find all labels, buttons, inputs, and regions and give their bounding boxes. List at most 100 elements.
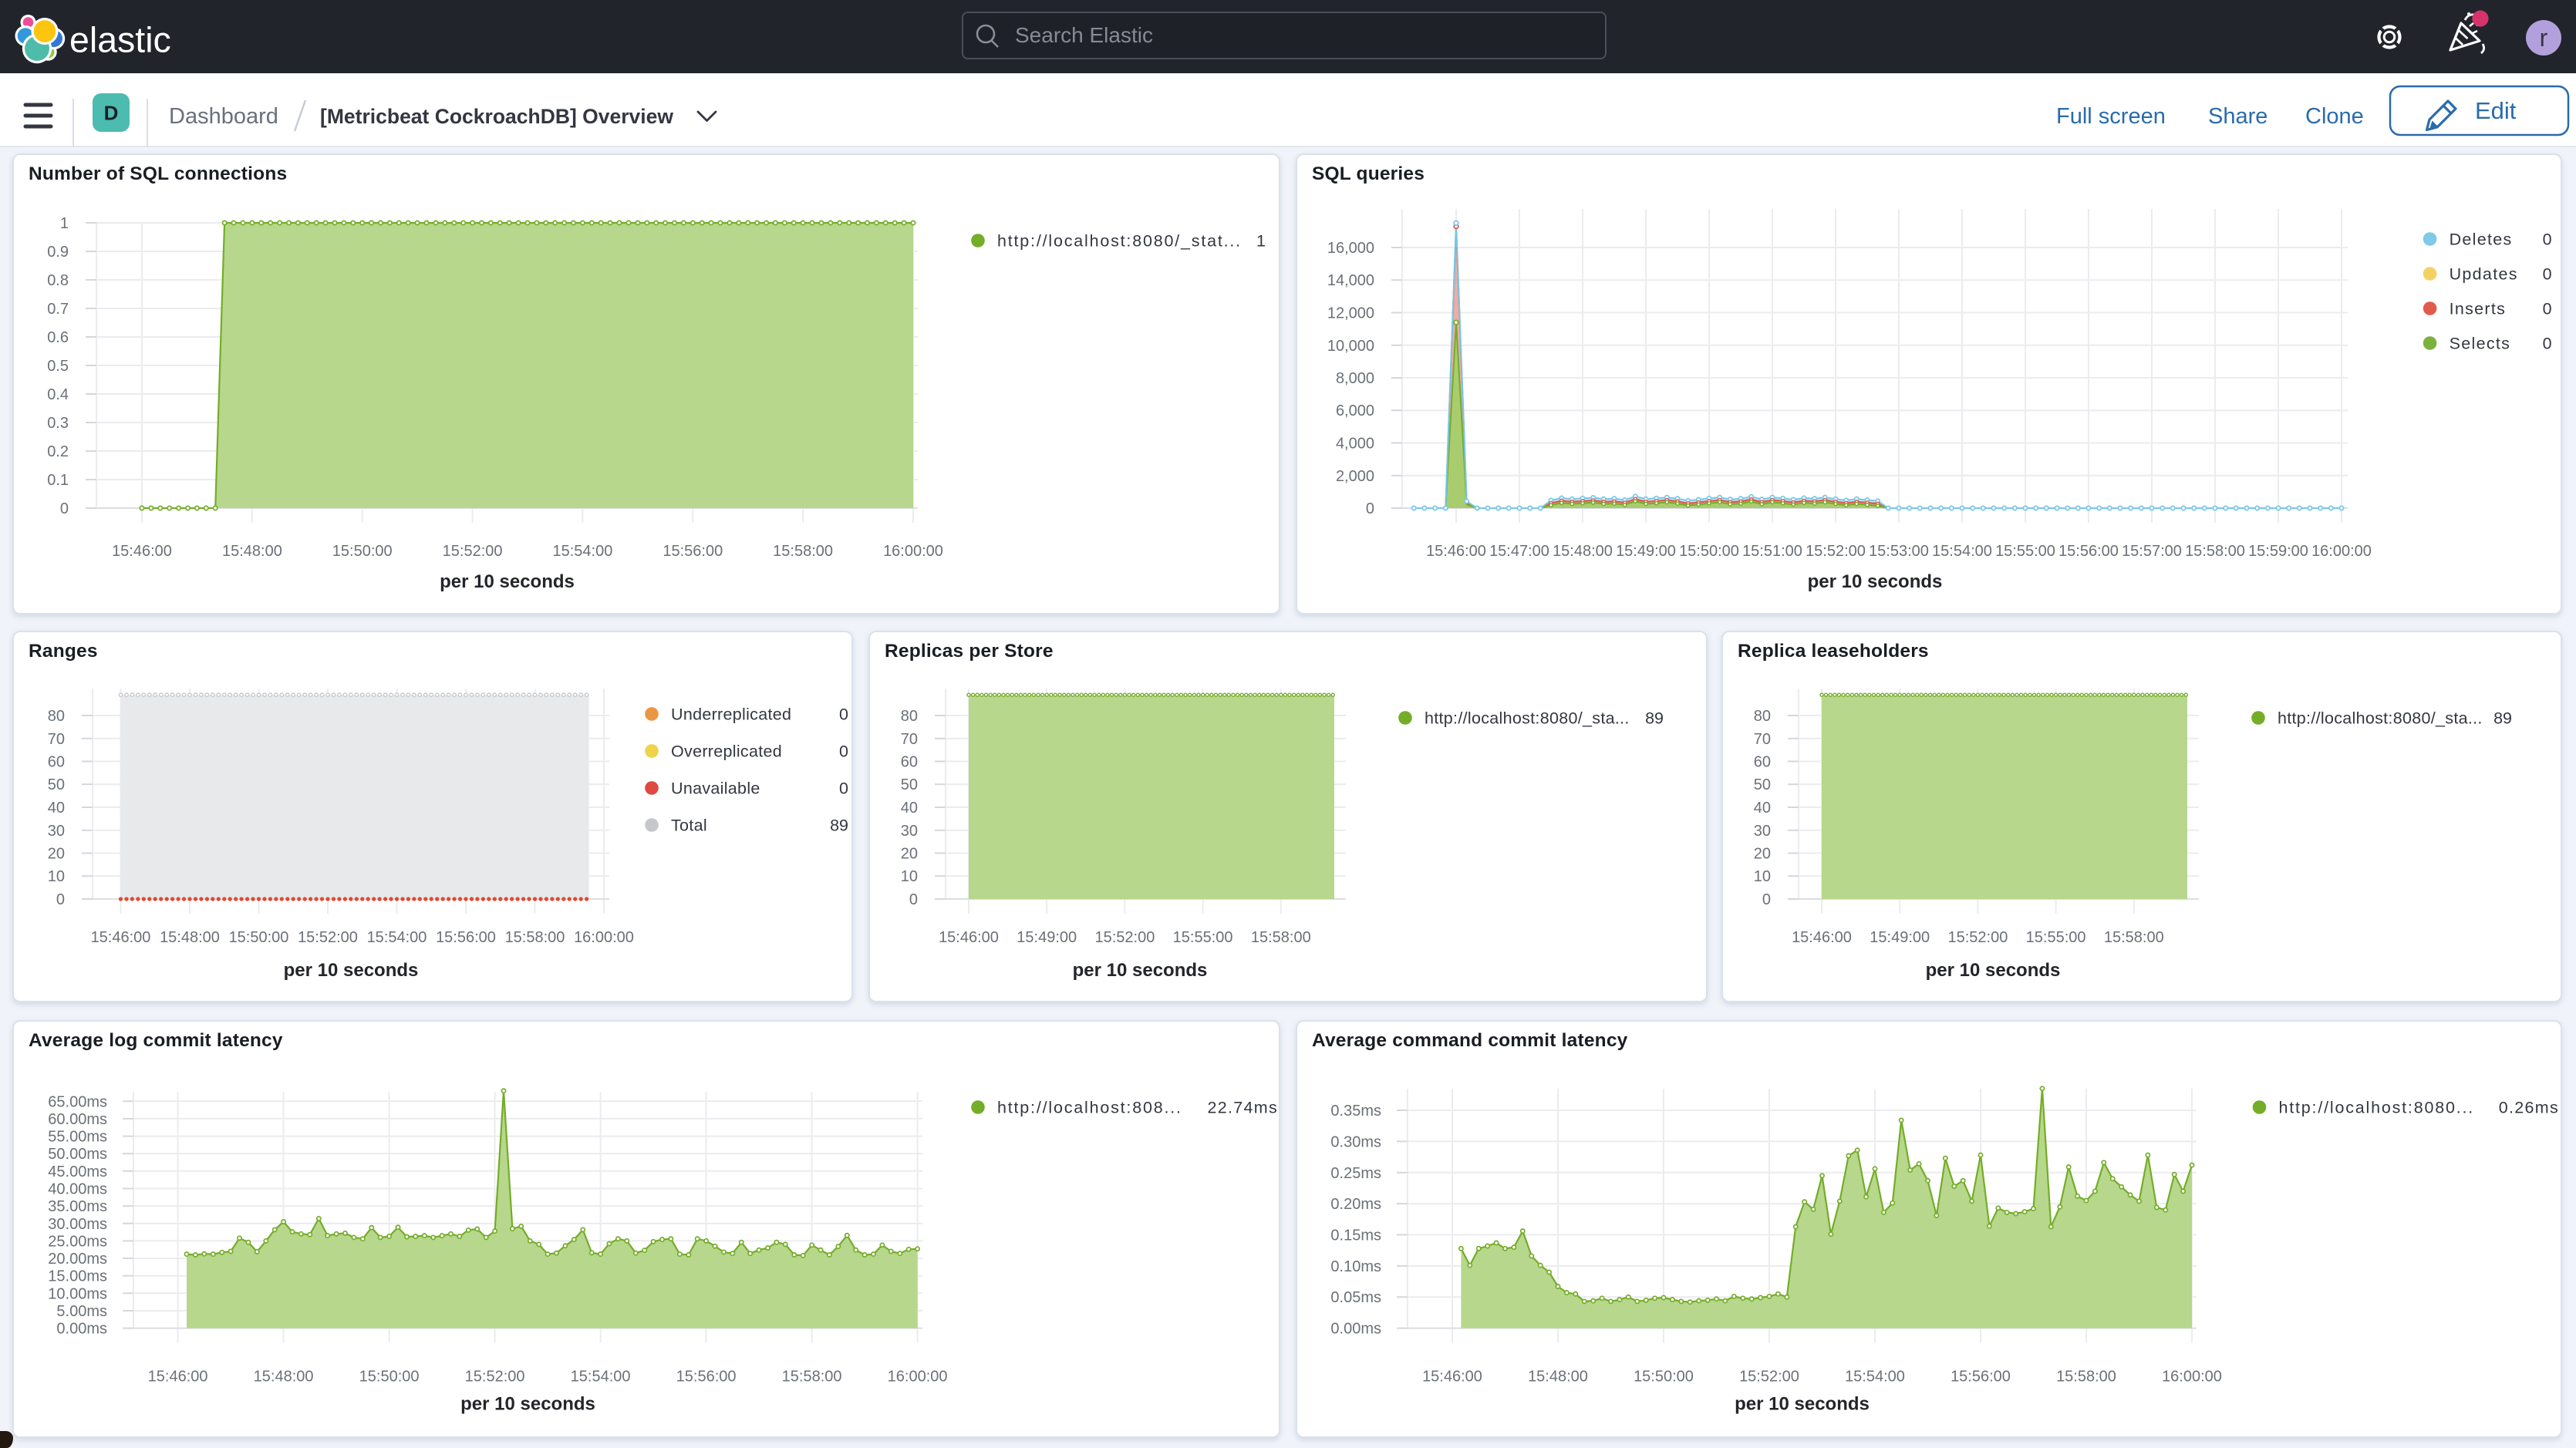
svg-text:0: 0 (2543, 265, 2552, 284)
svg-text:40.00ms: 40.00ms (48, 1181, 107, 1198)
svg-text:50: 50 (1754, 776, 1771, 793)
svg-text:Updates: Updates (2450, 265, 2518, 284)
svg-text:16:00:00: 16:00:00 (2162, 1369, 2222, 1386)
svg-text:80: 80 (901, 708, 918, 725)
svg-text:0: 0 (1366, 500, 1374, 517)
svg-text:4,000: 4,000 (1336, 436, 1374, 453)
svg-text:0.00ms: 0.00ms (56, 1321, 107, 1338)
svg-text:15:46:00: 15:46:00 (939, 929, 999, 946)
svg-text:15:48:00: 15:48:00 (1553, 543, 1613, 560)
svg-text:15:58:00: 15:58:00 (1251, 929, 1311, 946)
svg-text:15:54:00: 15:54:00 (367, 929, 427, 946)
svg-text:1: 1 (1256, 232, 1266, 251)
svg-text:50.00ms: 50.00ms (48, 1146, 107, 1163)
svg-text:2,000: 2,000 (1336, 468, 1374, 485)
svg-text:0: 0 (839, 780, 848, 798)
svg-text:15:46:00: 15:46:00 (148, 1369, 208, 1386)
svg-text:10.00ms: 10.00ms (48, 1285, 107, 1302)
svg-text:0.1: 0.1 (47, 472, 69, 489)
svg-text:15:46:00: 15:46:00 (91, 929, 151, 946)
svg-text:15:53:00: 15:53:00 (1869, 543, 1929, 560)
svg-text:60.00ms: 60.00ms (48, 1111, 107, 1128)
svg-text:r: r (2540, 24, 2548, 52)
svg-text:25.00ms: 25.00ms (48, 1233, 107, 1250)
svg-text:15:47:00: 15:47:00 (1489, 543, 1549, 560)
svg-text:http://localhost:8080/_sta...: http://localhost:8080/_sta... (1425, 709, 1630, 728)
svg-text:Unavailable: Unavailable (671, 780, 760, 798)
svg-text:Search Elastic: Search Elastic (1015, 23, 1153, 47)
svg-text:15:52:00: 15:52:00 (1806, 543, 1866, 560)
svg-text:per 10 seconds: per 10 seconds (1735, 1394, 1870, 1415)
svg-text:15:48:00: 15:48:00 (160, 929, 220, 946)
svg-text:0: 0 (909, 891, 918, 908)
svg-text:16,000: 16,000 (1327, 240, 1374, 257)
svg-text:0.20ms: 0.20ms (1330, 1196, 1381, 1213)
svg-text:15:56:00: 15:56:00 (663, 543, 723, 560)
svg-text:15:48:00: 15:48:00 (1528, 1369, 1588, 1386)
svg-text:15:52:00: 15:52:00 (1739, 1369, 1799, 1386)
svg-text:15:58:00: 15:58:00 (782, 1369, 842, 1386)
svg-text:20: 20 (901, 846, 918, 863)
svg-text:15:52:00: 15:52:00 (298, 929, 358, 946)
svg-text:89: 89 (830, 817, 848, 835)
svg-text:0.35ms: 0.35ms (1330, 1103, 1381, 1120)
svg-text:10: 10 (48, 868, 65, 885)
svg-text:20.00ms: 20.00ms (48, 1251, 107, 1268)
svg-text:60: 60 (901, 754, 918, 771)
svg-text:15:59:00: 15:59:00 (2248, 543, 2308, 560)
svg-text:per 10 seconds: per 10 seconds (284, 960, 419, 981)
svg-text:15:58:00: 15:58:00 (505, 929, 565, 946)
svg-text:15:50:00: 15:50:00 (332, 543, 393, 560)
svg-text:per 10 seconds: per 10 seconds (440, 571, 575, 592)
svg-text:15:49:00: 15:49:00 (1616, 543, 1676, 560)
svg-text:Underreplicated: Underreplicated (671, 705, 791, 724)
svg-text:http://localhost:8080/_sta...: http://localhost:8080/_sta... (2278, 709, 2483, 728)
svg-text:15:58:00: 15:58:00 (2104, 929, 2164, 946)
svg-text:30: 30 (1754, 823, 1771, 840)
svg-text:15:56:00: 15:56:00 (2058, 543, 2119, 560)
svg-text:per 10 seconds: per 10 seconds (1808, 571, 1943, 592)
svg-text:15:52:00: 15:52:00 (1947, 929, 2008, 946)
svg-text:16:00:00: 16:00:00 (888, 1369, 948, 1386)
svg-text:0.3: 0.3 (47, 415, 69, 432)
svg-text:0: 0 (839, 743, 848, 761)
svg-text:15:54:00: 15:54:00 (552, 543, 612, 560)
svg-text:0.8: 0.8 (47, 272, 69, 289)
svg-text:30: 30 (901, 823, 918, 840)
svg-text:15:46:00: 15:46:00 (1426, 543, 1486, 560)
svg-text:60: 60 (48, 754, 65, 771)
svg-text:20: 20 (1754, 846, 1771, 863)
svg-text:10,000: 10,000 (1327, 338, 1374, 355)
svg-text:15:56:00: 15:56:00 (436, 929, 496, 946)
svg-text:10: 10 (901, 868, 918, 885)
svg-text:0.00ms: 0.00ms (1330, 1321, 1381, 1338)
svg-text:http://localhost:8080...: http://localhost:8080... (2279, 1099, 2475, 1117)
svg-text:15:50:00: 15:50:00 (359, 1369, 420, 1386)
svg-text:30.00ms: 30.00ms (48, 1216, 107, 1233)
svg-text:15.00ms: 15.00ms (48, 1268, 107, 1285)
svg-text:15:50:00: 15:50:00 (229, 929, 289, 946)
svg-text:Clone: Clone (2305, 104, 2364, 129)
svg-text:16:00:00: 16:00:00 (574, 929, 634, 946)
svg-text:1: 1 (60, 215, 69, 232)
svg-text:8,000: 8,000 (1336, 370, 1374, 387)
svg-text:0.6: 0.6 (47, 329, 69, 346)
svg-text:40: 40 (901, 800, 918, 817)
svg-text:40: 40 (1754, 800, 1771, 817)
svg-text:15:51:00: 15:51:00 (1742, 543, 1802, 560)
svg-text:0.2: 0.2 (47, 443, 69, 460)
svg-text:Inserts: Inserts (2450, 300, 2507, 318)
svg-text:55.00ms: 55.00ms (48, 1129, 107, 1146)
svg-text:10: 10 (1754, 868, 1771, 885)
svg-text:5.00ms: 5.00ms (56, 1303, 107, 1320)
svg-text:Edit: Edit (2475, 97, 2517, 124)
svg-text:http://localhost:808...: http://localhost:808... (997, 1099, 1182, 1117)
svg-text:22.74ms: 22.74ms (1207, 1099, 1278, 1117)
svg-text:D: D (104, 102, 119, 125)
svg-text:15:50:00: 15:50:00 (1679, 543, 1739, 560)
svg-text:0.5: 0.5 (47, 358, 69, 375)
svg-text:40: 40 (48, 800, 65, 817)
svg-text:0: 0 (2543, 231, 2552, 249)
svg-text:15:58:00: 15:58:00 (2056, 1369, 2116, 1386)
svg-text:0.26ms: 0.26ms (2499, 1099, 2559, 1117)
